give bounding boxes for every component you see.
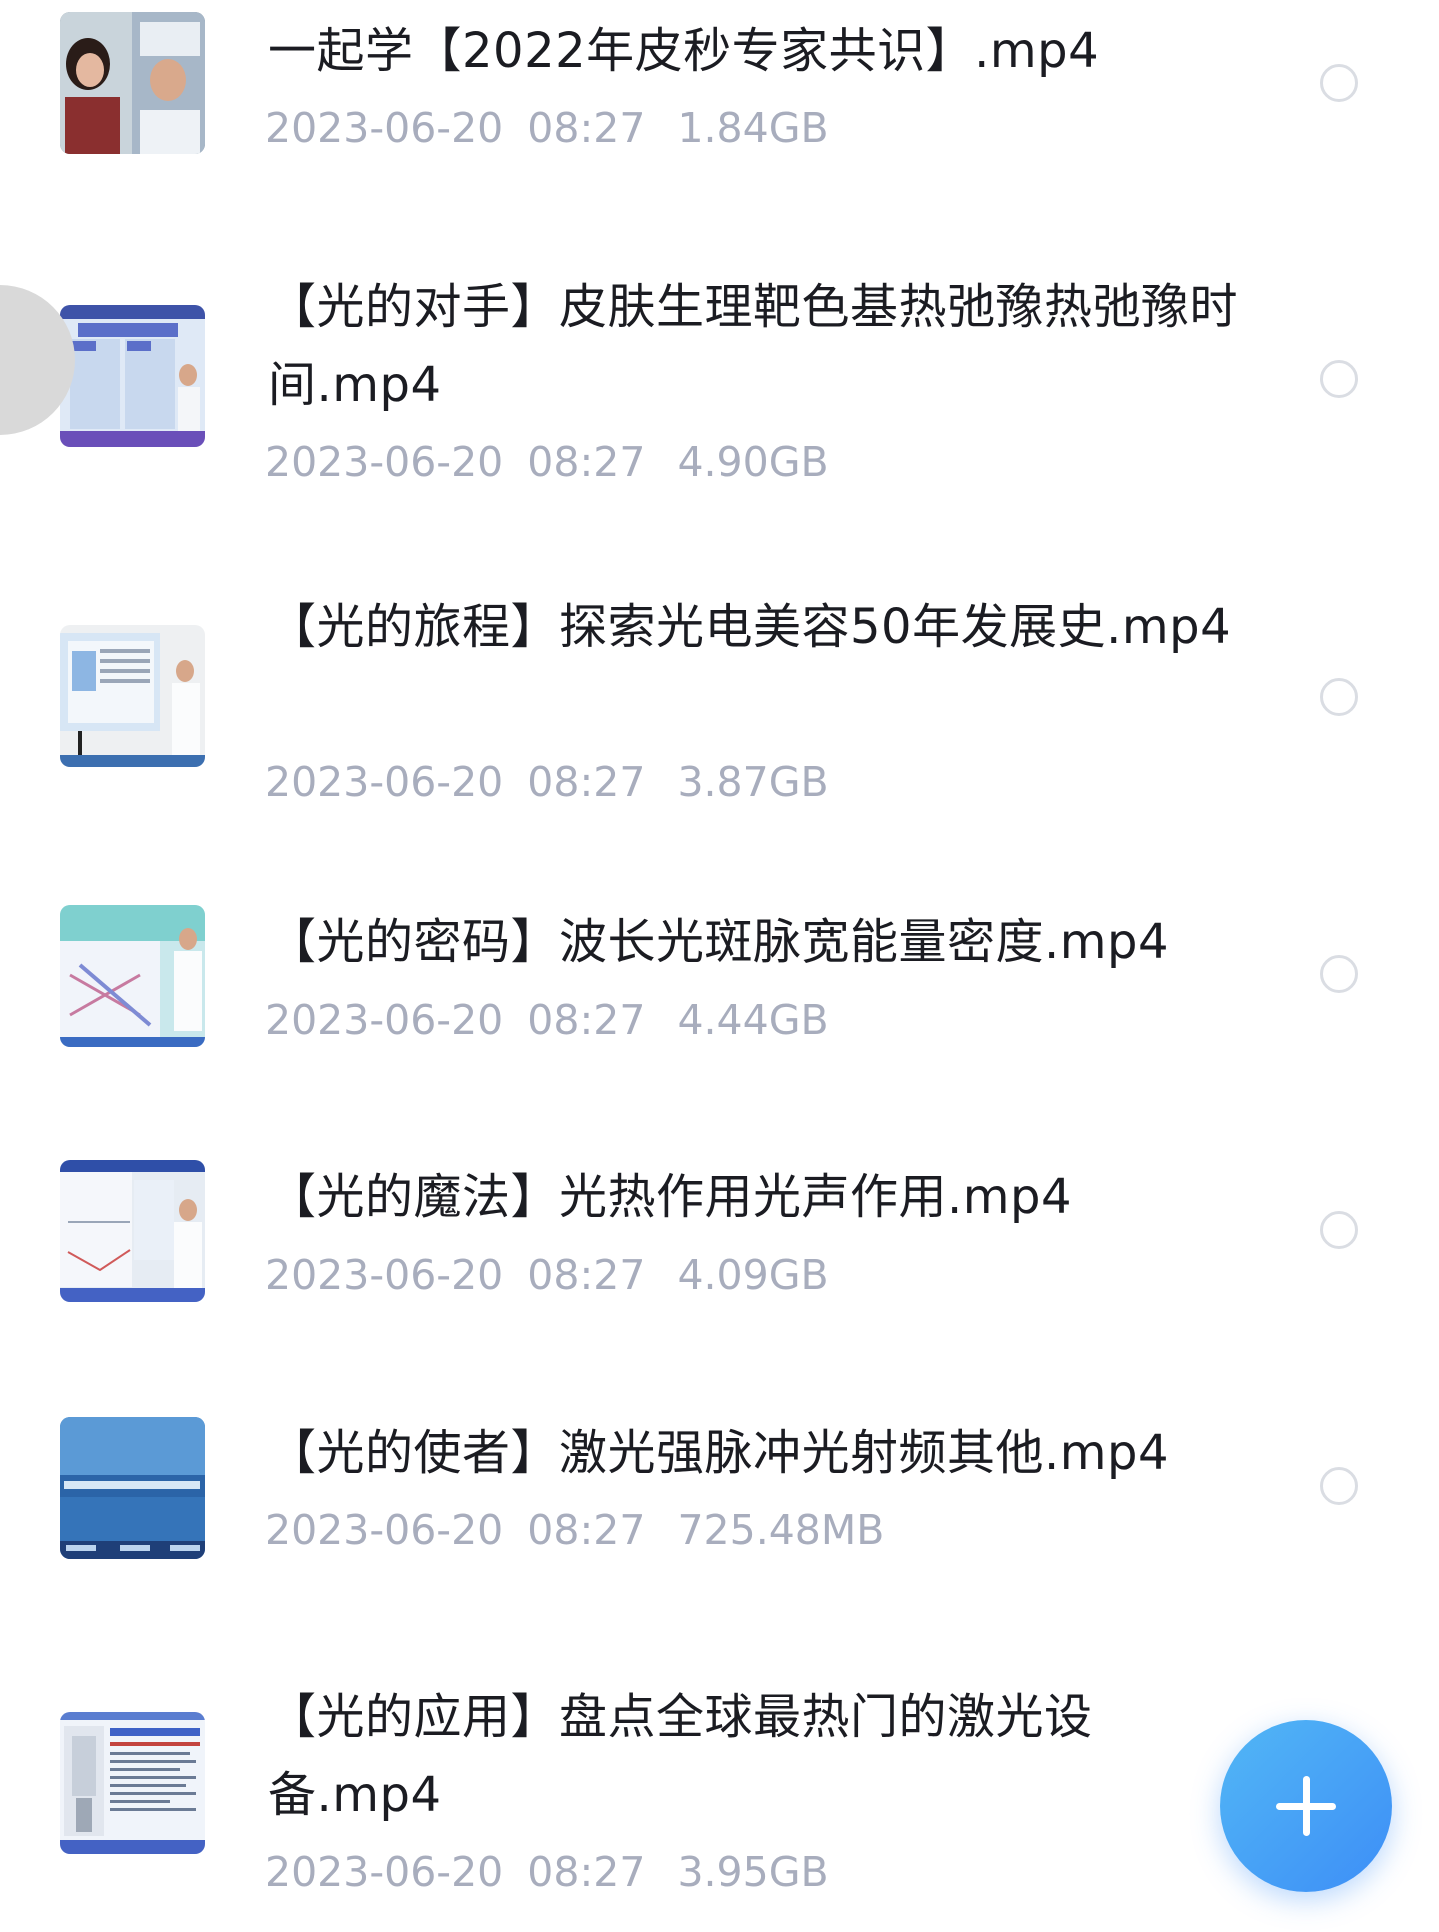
video-thumbnail-meeting xyxy=(60,12,205,154)
file-title: 【光的魔法】光热作用光声作用.mp4 xyxy=(268,1169,1073,1225)
file-time: 08:27 xyxy=(527,1848,646,1896)
file-time: 08:27 xyxy=(527,1506,646,1554)
file-size: 3.95GB xyxy=(677,1848,829,1896)
file-meta: 2023-06-20 08:27 3.87GB xyxy=(265,757,829,807)
file-meta: 2023-06-20 08:27 4.90GB xyxy=(265,437,829,487)
add-button[interactable] xyxy=(1220,1720,1392,1892)
file-size: 4.44GB xyxy=(677,996,829,1044)
file-size: 4.90GB xyxy=(677,438,829,486)
video-thumbnail-lecture xyxy=(60,905,205,1047)
file-date: 2023-06-20 xyxy=(265,758,504,806)
file-size: 1.84GB xyxy=(677,104,829,152)
list-item[interactable]: 一起学【2022年皮秒专家共识】.mp4 2023-06-20 08:27 1.84… xyxy=(0,0,1439,200)
file-title: 【光的密码】波长光斑脉宽能量密度.mp4 xyxy=(268,914,1170,970)
file-date: 2023-06-20 xyxy=(265,438,504,486)
file-title: 【光的旅程】探索光电美容50年发展史.mp4 xyxy=(268,599,1232,655)
file-date: 2023-06-20 xyxy=(265,1506,504,1554)
file-time: 08:27 xyxy=(527,996,646,1044)
file-title: 【光的使者】激光强脉冲光射频其他.mp4 xyxy=(268,1425,1170,1481)
select-radio[interactable] xyxy=(1320,678,1358,716)
select-radio[interactable] xyxy=(1320,955,1358,993)
file-time: 08:27 xyxy=(527,438,646,486)
list-item[interactable]: 【光的魔法】光热作用光声作用.mp4 2023-06-20 08:27 4.09GB xyxy=(0,1145,1439,1345)
file-size: 3.87GB xyxy=(677,758,829,806)
video-thumbnail-device xyxy=(60,1712,205,1854)
file-title: 【光的应用】盘点全球最热门的激光设备.mp4 xyxy=(268,1689,1093,1823)
select-radio[interactable] xyxy=(1320,64,1358,102)
list-item[interactable]: 【光的密码】波长光斑脉宽能量密度.mp4 2023-06-20 08:27 4.44… xyxy=(0,890,1439,1090)
file-time: 08:27 xyxy=(527,1251,646,1299)
file-title: 【光的对手】皮肤生理靶色基热弛豫热弛豫时间.mp4 xyxy=(268,279,1239,413)
list-item[interactable]: 【光的对手】皮肤生理靶色基热弛豫热弛豫时间.mp4 2023-06-20 08:2… xyxy=(0,250,1439,510)
file-date: 2023-06-20 xyxy=(265,1848,504,1896)
file-date: 2023-06-20 xyxy=(265,996,504,1044)
select-radio[interactable] xyxy=(1320,360,1358,398)
list-item[interactable]: 【光的使者】激光强脉冲光射频其他.mp4 2023-06-20 08:27 725.… xyxy=(0,1400,1439,1600)
video-thumbnail-lecture xyxy=(60,625,205,767)
video-thumbnail-lecture xyxy=(60,305,205,447)
file-date: 2023-06-20 xyxy=(265,1251,504,1299)
list-item[interactable]: 【光的旅程】探索光电美容50年发展史.mp4 2023-06-20 08:27 3.… xyxy=(0,570,1439,830)
file-list-screen: 一起学【2022年皮秒专家共识】.mp4 2023-06-20 08:27 1.84… xyxy=(0,0,1439,1932)
file-meta: 2023-06-20 08:27 3.95GB xyxy=(265,1847,829,1897)
file-date: 2023-06-20 xyxy=(265,104,504,152)
video-thumbnail-slide xyxy=(60,1417,205,1559)
file-time: 08:27 xyxy=(527,758,646,806)
file-title: 一起学【2022年皮秒专家共识】.mp4 xyxy=(268,23,1100,79)
select-radio[interactable] xyxy=(1320,1211,1358,1249)
file-meta: 2023-06-20 08:27 4.09GB xyxy=(265,1250,829,1300)
file-meta: 2023-06-20 08:27 4.44GB xyxy=(265,995,829,1045)
select-radio[interactable] xyxy=(1320,1467,1358,1505)
video-thumbnail-lecture xyxy=(60,1160,205,1302)
file-meta: 2023-06-20 08:27 725.48MB xyxy=(265,1505,884,1555)
file-size: 725.48MB xyxy=(677,1506,885,1554)
file-size: 4.09GB xyxy=(677,1251,829,1299)
file-meta: 2023-06-20 08:27 1.84GB xyxy=(265,103,829,153)
file-time: 08:27 xyxy=(527,104,646,152)
